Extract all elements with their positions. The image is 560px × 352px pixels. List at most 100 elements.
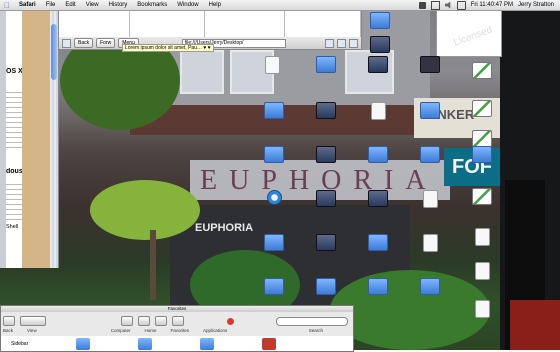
folder-icon [420,102,440,119]
desktop-icon[interactable] [254,234,294,264]
desktop-icon[interactable] [462,262,502,292]
label-home: Home [144,328,157,333]
back-icon[interactable] [3,316,15,326]
chart-icon [472,188,492,205]
label-view: View [27,328,37,333]
folder-icon [420,146,440,163]
desktop-icon[interactable] [254,146,294,176]
menu-view[interactable]: View [81,2,104,8]
small-tree [90,180,200,240]
desktop-icon[interactable] [410,56,450,86]
desktop-icon[interactable] [358,146,398,176]
favorites-icon[interactable] [155,316,167,326]
folder-icon [368,234,388,251]
desktop-icon[interactable] [462,300,502,330]
desktop-icon[interactable] [462,100,502,130]
small-window[interactable]: Licensed [436,10,502,57]
app-icon [316,102,336,119]
desktop-icon[interactable] [410,102,450,132]
desktop-icon[interactable] [306,56,346,86]
menu-history[interactable]: History [104,2,133,8]
desktop-icon[interactable] [254,102,294,132]
bookmark-icon[interactable] [325,38,334,48]
desktop-icon[interactable] [462,146,502,176]
document-icon [474,228,490,246]
folder-icon[interactable] [76,337,91,350]
battery-icon[interactable] [456,0,466,10]
menu-edit[interactable]: Edit [60,2,80,8]
document-icon [422,234,438,252]
menu-help[interactable]: Help [204,2,226,8]
search-field[interactable] [276,316,348,326]
doc-subheading: dous [6,168,22,175]
airport-icon[interactable] [430,0,440,10]
folder-icon[interactable] [138,337,153,350]
display-icon[interactable] [418,1,426,9]
desktop-icon[interactable] [306,146,346,176]
menu-bookmarks[interactable]: Bookmarks [132,2,172,8]
menu-clock[interactable]: Fri 11:40:47 PM [471,2,513,8]
home-icon[interactable] [138,316,150,326]
sidebar-item[interactable]: Sidebar [11,341,28,347]
folder-icon [264,278,284,295]
tree-trunk [150,230,156,300]
column-pane[interactable] [284,11,361,37]
red-flowers [510,300,560,350]
desktop-icon[interactable] [306,234,346,264]
desktop-icon[interactable] [252,56,292,86]
document-page: OS X dous Shell [6,10,22,268]
menu-window[interactable]: Window [172,2,203,8]
desktop-icon[interactable] [410,146,450,176]
finder-content: Sidebar [1,336,353,351]
app-icon [316,234,336,251]
stop-icon[interactable] [227,317,234,325]
desktop-icon[interactable] [462,188,502,218]
folder-icon [316,278,336,295]
menu-app-name[interactable]: Safari [14,2,41,8]
desktop-icon[interactable] [358,56,398,86]
chart-icon [472,62,492,79]
folder-icon [264,102,284,119]
back-button[interactable]: Back [74,38,94,48]
image-icon[interactable] [262,337,277,350]
folder-icon [472,146,492,163]
zoom-icon[interactable] [349,38,358,48]
desktop-icon[interactable] [410,278,450,308]
desktop-icon[interactable] [306,190,346,220]
desktop-icon[interactable] [410,190,450,220]
document-icon [474,300,490,318]
desktop-icon[interactable] [254,278,294,308]
menu-user[interactable]: Jerry Stratton [518,2,554,8]
search-icon[interactable] [337,38,346,48]
desktop-icon[interactable] [306,102,346,132]
column-pane[interactable] [204,11,285,37]
folder-icon[interactable] [200,337,215,350]
column-pane[interactable] [129,11,205,37]
column-pane[interactable] [59,11,130,37]
apple-menu-icon[interactable]:  [0,1,14,10]
app-icon [316,146,336,163]
label-favorites: Favorites [170,328,189,333]
desktop-icon[interactable] [462,228,502,258]
desktop-icon[interactable] [358,278,398,308]
toolbar-labels: Back View Computer Home Favorites Applic… [3,328,353,333]
sidebar-toggle-icon[interactable] [62,38,71,48]
forward-button[interactable]: Forw [96,38,116,48]
menu-file[interactable]: File [41,2,61,8]
desktop-icon[interactable] [462,62,502,92]
scrollbar-thumb[interactable] [51,24,57,80]
watermark-text: Licensed [452,24,494,49]
desktop-icon[interactable] [358,234,398,264]
view-icon[interactable] [20,316,46,326]
desktop-icon[interactable] [306,278,346,308]
computer-icon[interactable] [121,316,133,326]
desktop-icon[interactable] [254,190,294,220]
app-icon [316,190,336,207]
desktop-icon[interactable] [358,102,398,132]
desktop-icon[interactable] [410,234,450,264]
volume-icon[interactable] [444,1,451,9]
building-window [180,50,224,94]
applications-icon[interactable] [172,316,184,326]
folder-icon [316,56,336,73]
desktop-icon[interactable] [358,190,398,220]
